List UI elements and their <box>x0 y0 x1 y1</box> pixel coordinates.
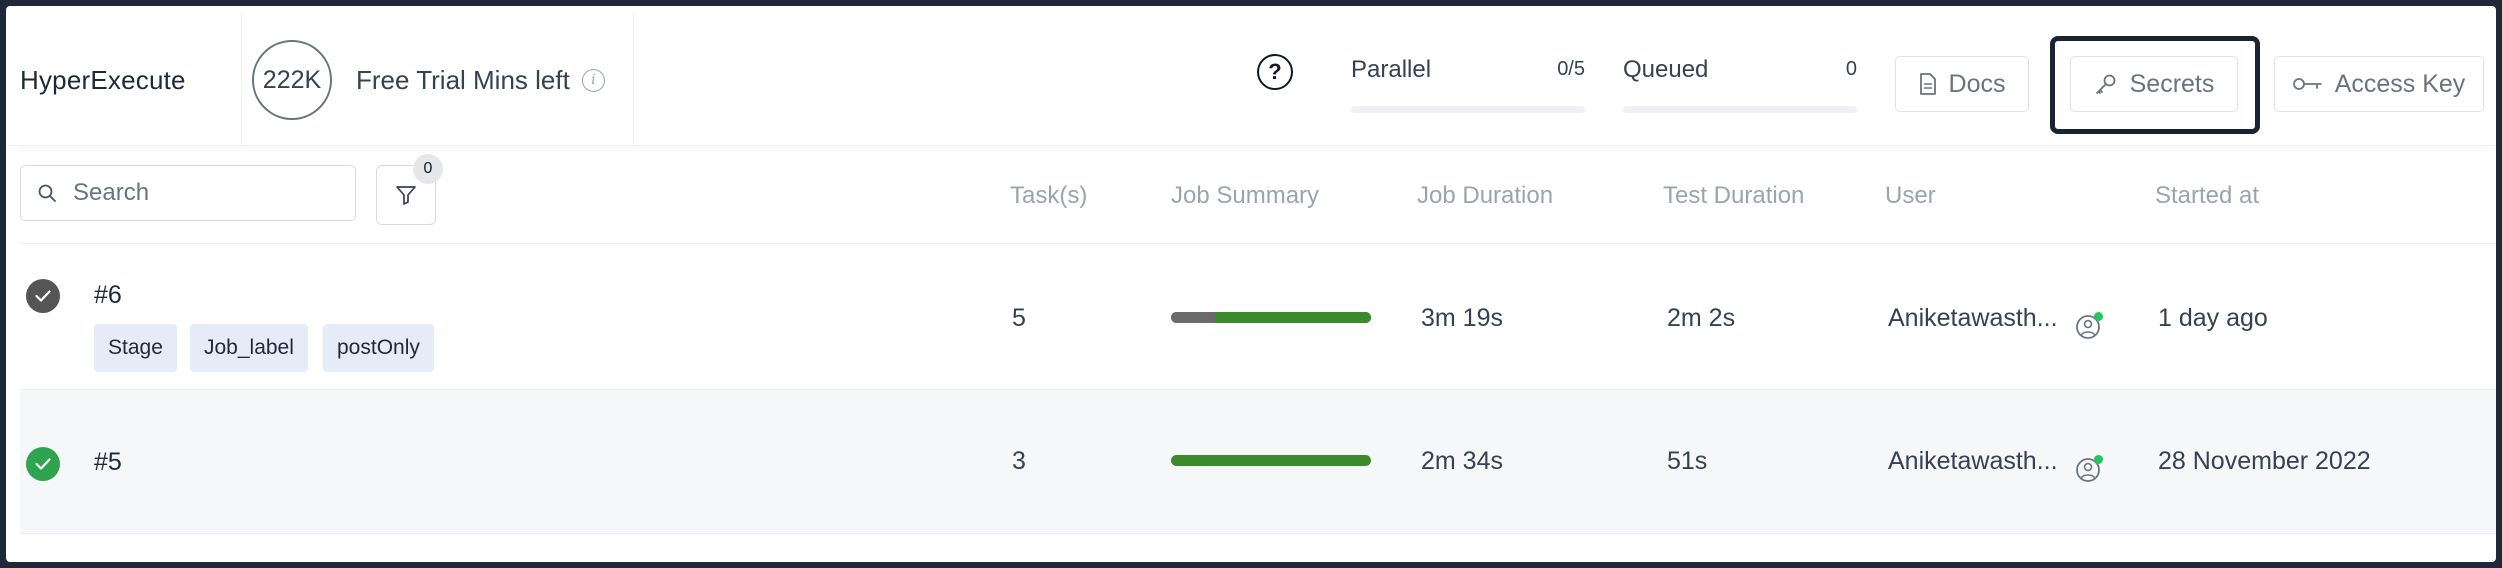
check-icon <box>35 458 51 470</box>
passed-status-icon <box>26 447 60 481</box>
user-name: Aniketawasth... <box>1888 304 2058 332</box>
brand-title: HyperExecute <box>20 14 242 146</box>
job-summary-bar <box>1171 455 1371 466</box>
column-header-tasks: Task(s) <box>1010 182 1088 209</box>
docs-button[interactable]: Docs <box>1895 56 2029 112</box>
parallel-meter: Parallel 0/5 <box>1351 14 1585 146</box>
test-duration: 2m 2s <box>1667 304 1736 332</box>
job-summary-segment-green <box>1215 312 1371 323</box>
tasks-count: 5 <box>1012 304 1026 332</box>
access-key-button-label: Access Key <box>2334 69 2466 98</box>
table-row[interactable]: #6 Stage Job_label postOnly 5 3m 19s 2m … <box>20 243 2496 389</box>
parallel-progress-track <box>1351 106 1585 113</box>
user-avatar-icon <box>2076 455 2103 482</box>
job-tag: Stage <box>94 324 177 372</box>
job-duration: 2m 34s <box>1421 447 1503 475</box>
queued-meter: Queued 0 <box>1623 14 1857 146</box>
filter-icon <box>396 186 416 205</box>
job-summary-segment-green <box>1171 455 1371 466</box>
completed-status-icon <box>26 279 60 313</box>
parallel-label: Parallel <box>1351 56 1432 83</box>
job-summary-bar <box>1171 312 1371 323</box>
started-at: 1 day ago <box>2158 304 2268 332</box>
column-header-test-duration: Test Duration <box>1663 182 1805 209</box>
docs-button-label: Docs <box>1948 69 2006 98</box>
job-summary-segment-grey <box>1171 312 1215 323</box>
search-box[interactable] <box>20 165 356 221</box>
trial-minutes-count: 222K <box>252 40 332 120</box>
column-header-user: User <box>1885 182 1936 209</box>
filter-count-badge: 0 <box>413 154 443 184</box>
check-icon <box>35 290 51 302</box>
table-row[interactable]: #5 3 2m 34s 51s Aniketawasth... 28 Novem… <box>20 389 2496 534</box>
trial-minutes-label: Free Trial Mins left <box>356 64 570 95</box>
trial-minutes-widget: 222K Free Trial Mins left i <box>242 14 634 146</box>
app-frame: HyperExecute 222K Free Trial Mins left i… <box>6 6 2496 562</box>
access-key-button[interactable]: Access Key <box>2274 56 2484 112</box>
job-tag: postOnly <box>323 324 434 372</box>
job-id[interactable]: #5 <box>94 448 122 477</box>
search-input[interactable] <box>73 179 333 207</box>
queued-label: Queued <box>1623 56 1709 83</box>
started-at: 28 November 2022 <box>2158 447 2371 475</box>
column-header-job-summary: Job Summary <box>1171 182 1320 209</box>
job-duration: 3m 19s <box>1421 304 1503 332</box>
tasks-count: 3 <box>1012 447 1026 475</box>
job-id[interactable]: #6 <box>94 281 122 310</box>
user-avatar-icon <box>2076 312 2103 339</box>
search-icon <box>38 184 56 202</box>
user-name: Aniketawasth... <box>1888 447 2058 475</box>
parallel-value: 0/5 <box>1557 58 1585 80</box>
info-icon[interactable]: i <box>581 68 605 92</box>
key-icon <box>2292 78 2322 90</box>
column-header-job-duration: Job Duration <box>1417 182 1554 209</box>
help-icon[interactable]: ? <box>1257 54 1293 90</box>
column-header-started-at: Started at <box>2155 182 2260 209</box>
top-header: HyperExecute 222K Free Trial Mins left i… <box>6 14 2496 146</box>
queued-value: 0 <box>1845 58 1857 80</box>
job-tag: Job_label <box>190 324 308 372</box>
document-icon <box>1919 73 1936 95</box>
test-duration: 51s <box>1667 447 1708 475</box>
secrets-focus-outline <box>2050 36 2260 134</box>
queued-progress-track <box>1623 106 1857 113</box>
